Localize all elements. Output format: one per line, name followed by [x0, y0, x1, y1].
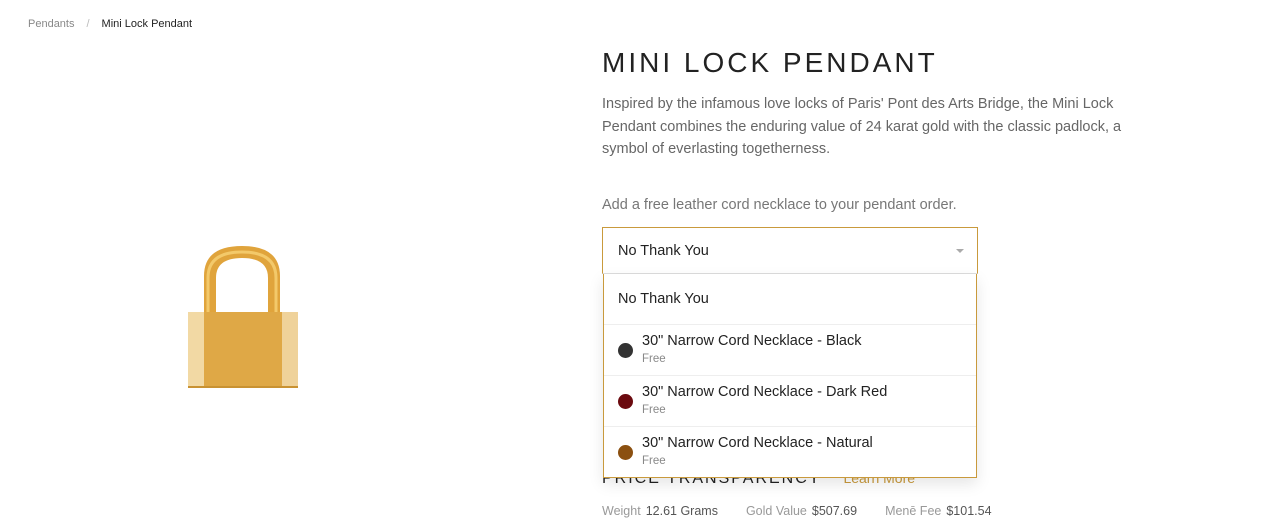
product-title: MINI LOCK PENDANT — [602, 47, 938, 78]
cord-option-label: 30" Narrow Cord Necklace - Black — [642, 333, 862, 349]
cord-option-none[interactable]: No Thank You — [604, 274, 976, 325]
cord-option-black[interactable]: 30" Narrow Cord Necklace - Black Free — [604, 325, 976, 376]
cord-option-natural[interactable]: 30" Narrow Cord Necklace - Natural Free — [604, 427, 976, 478]
color-swatch-natural — [618, 445, 633, 460]
cord-dropdown-menu: No Thank You 30" Narrow Cord Necklace - … — [603, 274, 977, 478]
gold-value-value: $507.69 — [811, 504, 858, 518]
cord-select-value: No Thank You — [618, 242, 709, 259]
gold-padlock-image — [188, 246, 298, 388]
weight-label: Weight — [602, 504, 641, 518]
weight-value: 12.61 Grams — [645, 504, 718, 518]
fee-label: Menē Fee — [885, 504, 942, 518]
cord-prompt: Add a free leather cord necklace to your… — [602, 197, 957, 213]
breadcrumb: Pendants / Mini Lock Pendant — [28, 18, 192, 30]
cord-option-label: No Thank You — [618, 291, 709, 307]
fee-stat: Menē Fee $101.54 — [885, 504, 991, 518]
cord-option-label: 30" Narrow Cord Necklace - Natural — [642, 435, 873, 451]
gold-value-stat: Gold Value $507.69 — [746, 504, 857, 518]
breadcrumb-separator: / — [86, 18, 90, 30]
cord-option-price: Free — [642, 455, 666, 467]
cord-option-price: Free — [642, 404, 666, 416]
breadcrumb-link-pendants[interactable]: Pendants — [28, 18, 74, 30]
product-info: MINI LOCK PENDANT Inspired by the infamo… — [602, 46, 1162, 161]
product-description: Inspired by the infamous love locks of P… — [602, 96, 1122, 157]
weight-stat: Weight 12.61 Grams — [602, 504, 718, 518]
chevron-down-icon — [956, 249, 964, 253]
cord-option-dark-red[interactable]: 30" Narrow Cord Necklace - Dark Red Free — [604, 376, 976, 427]
price-stats: Weight 12.61 Grams Gold Value $507.69 Me… — [602, 504, 1020, 518]
color-swatch-black — [618, 343, 633, 358]
color-swatch-dark-red — [618, 394, 633, 409]
fee-value: $101.54 — [946, 504, 992, 518]
cord-option-label: 30" Narrow Cord Necklace - Dark Red — [642, 384, 888, 400]
breadcrumb-current: Mini Lock Pendant — [101, 18, 193, 30]
cord-select[interactable]: No Thank You — [602, 227, 978, 274]
gold-value-label: Gold Value — [745, 504, 807, 518]
cord-option-price: Free — [642, 353, 666, 365]
